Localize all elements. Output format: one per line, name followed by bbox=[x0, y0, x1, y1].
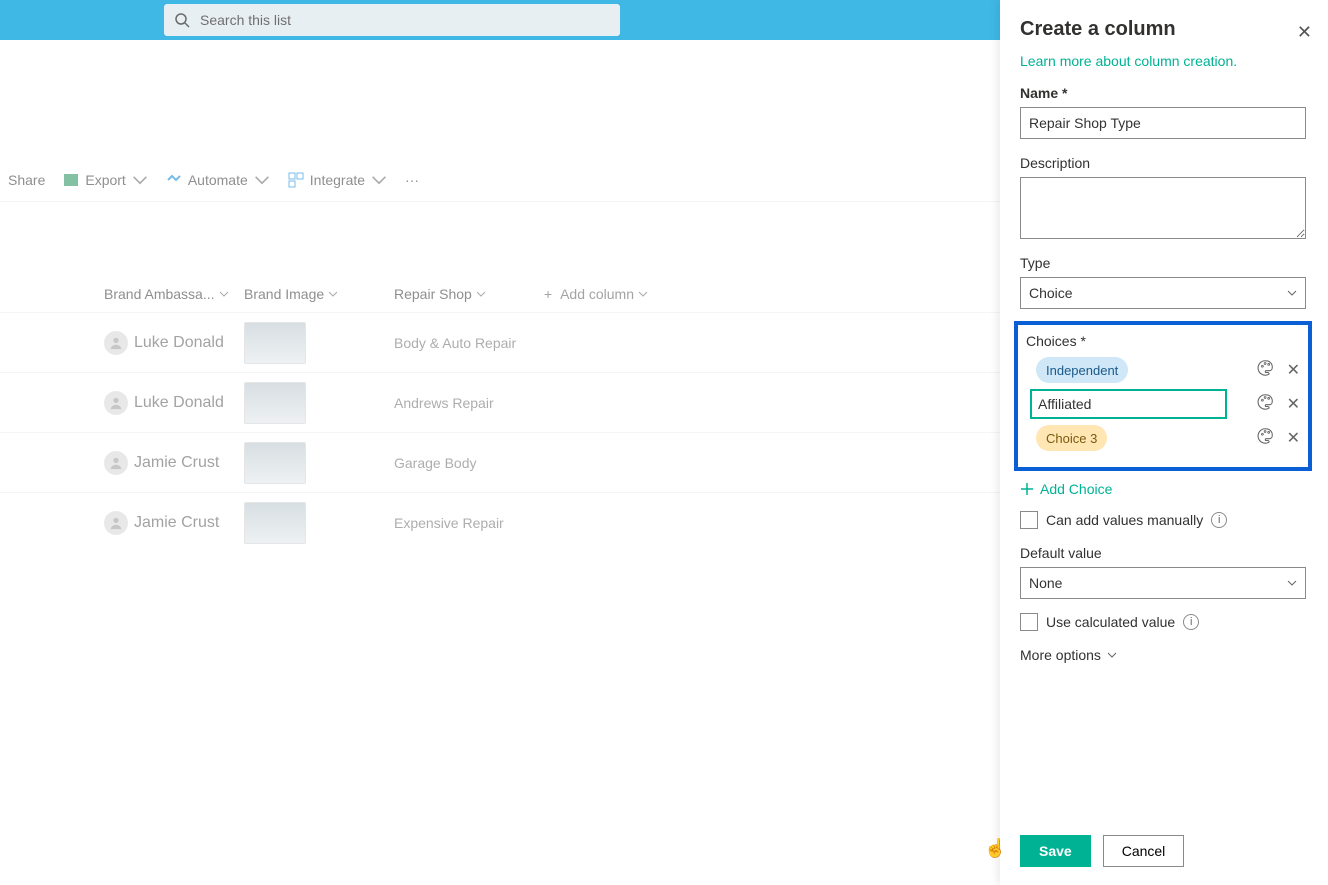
chevron-down-icon bbox=[219, 289, 229, 299]
share-button[interactable]: Share bbox=[8, 172, 45, 188]
chevron-down-icon bbox=[371, 172, 387, 188]
col-repair-shop[interactable]: Repair Shop bbox=[394, 286, 544, 302]
add-column-button[interactable]: + Add column bbox=[544, 286, 648, 302]
integrate-button[interactable]: Integrate bbox=[288, 172, 387, 188]
ambassador-cell: Jamie Crust bbox=[104, 511, 244, 535]
add-choice-button[interactable]: Add Choice bbox=[1020, 481, 1316, 497]
chevron-down-icon bbox=[1287, 578, 1297, 588]
ambassador-cell: Jamie Crust bbox=[104, 451, 244, 475]
repair-shop-cell: Body & Auto Repair bbox=[394, 335, 594, 351]
image-cell bbox=[244, 382, 394, 424]
car-thumbnail bbox=[244, 382, 306, 424]
grid-icon bbox=[288, 172, 304, 188]
chevron-down-icon bbox=[1107, 650, 1117, 660]
plus-icon bbox=[1020, 482, 1034, 496]
default-value-label: Default value bbox=[1020, 545, 1316, 561]
car-thumbnail bbox=[244, 502, 306, 544]
search-placeholder: Search this list bbox=[200, 12, 291, 28]
col-brand-image[interactable]: Brand Image bbox=[244, 286, 394, 302]
more-options-toggle[interactable]: More options bbox=[1020, 647, 1316, 663]
choices-label: Choices * bbox=[1026, 333, 1302, 349]
more-actions-button[interactable]: ··· bbox=[405, 172, 419, 188]
avatar-icon bbox=[104, 391, 128, 415]
ambassador-cell: Luke Donald bbox=[104, 391, 244, 415]
use-calculated-checkbox[interactable] bbox=[1020, 613, 1038, 631]
search-input[interactable]: Search this list bbox=[164, 4, 620, 36]
choice-row-3: Choice 3 ✕ bbox=[1026, 425, 1302, 451]
chevron-down-icon bbox=[1287, 288, 1297, 298]
remove-choice-button[interactable]: ✕ bbox=[1285, 394, 1302, 414]
automate-button[interactable]: Automate bbox=[166, 172, 270, 188]
panel-footer: Save Cancel bbox=[1020, 821, 1316, 885]
repair-shop-cell: Andrews Repair bbox=[394, 395, 594, 411]
choice-row-2: ✕ bbox=[1026, 389, 1302, 419]
chevron-down-icon bbox=[328, 289, 338, 299]
description-label: Description bbox=[1020, 155, 1316, 171]
cursor-icon: ☝ bbox=[984, 838, 1006, 859]
export-button[interactable]: Export bbox=[63, 172, 147, 188]
can-add-manually-row: Can add values manually i bbox=[1020, 511, 1316, 529]
cancel-button[interactable]: Cancel bbox=[1103, 835, 1185, 867]
default-value-select[interactable]: None bbox=[1020, 567, 1306, 599]
chevron-down-icon bbox=[638, 289, 648, 299]
repair-shop-cell: Garage Body bbox=[394, 455, 594, 471]
use-calculated-row: Use calculated value i bbox=[1020, 613, 1316, 631]
use-calculated-label: Use calculated value bbox=[1046, 614, 1175, 630]
avatar-icon bbox=[104, 451, 128, 475]
remove-choice-button[interactable]: ✕ bbox=[1285, 428, 1302, 448]
image-cell bbox=[244, 442, 394, 484]
choice-pill-independent[interactable]: Independent bbox=[1036, 357, 1128, 383]
image-cell bbox=[244, 322, 394, 364]
palette-icon[interactable] bbox=[1257, 393, 1275, 416]
name-label: Name bbox=[1020, 85, 1316, 101]
description-input[interactable] bbox=[1020, 177, 1306, 239]
flow-icon bbox=[166, 172, 182, 188]
avatar-icon bbox=[104, 511, 128, 535]
can-add-manually-label: Can add values manually bbox=[1046, 512, 1203, 528]
chevron-down-icon bbox=[132, 172, 148, 188]
name-input[interactable] bbox=[1020, 107, 1306, 139]
can-add-manually-checkbox[interactable] bbox=[1020, 511, 1038, 529]
chevron-down-icon bbox=[476, 289, 486, 299]
type-label: Type bbox=[1020, 255, 1316, 271]
chevron-down-icon bbox=[254, 172, 270, 188]
excel-icon bbox=[63, 172, 79, 188]
type-select[interactable]: Choice bbox=[1020, 277, 1306, 309]
choice-pill-choice3[interactable]: Choice 3 bbox=[1036, 425, 1107, 451]
close-button[interactable]: ✕ bbox=[1293, 18, 1316, 47]
choices-section-highlighted: Choices * Independent ✕ ✕ Choice 3 ✕ bbox=[1014, 321, 1312, 471]
image-cell bbox=[244, 502, 394, 544]
col-brand-ambassador[interactable]: Brand Ambassa... bbox=[104, 286, 244, 302]
choice-input-affiliated[interactable] bbox=[1030, 389, 1227, 419]
create-column-panel: Create a column ✕ Learn more about colum… bbox=[1000, 0, 1328, 885]
avatar-icon bbox=[104, 331, 128, 355]
repair-shop-cell: Expensive Repair bbox=[394, 515, 594, 531]
save-button[interactable]: Save bbox=[1020, 835, 1091, 867]
info-icon[interactable]: i bbox=[1183, 614, 1199, 630]
car-thumbnail bbox=[244, 442, 306, 484]
ambassador-cell: Luke Donald bbox=[104, 331, 244, 355]
search-icon bbox=[174, 12, 190, 28]
learn-more-link[interactable]: Learn more about column creation. bbox=[1020, 53, 1316, 69]
remove-choice-button[interactable]: ✕ bbox=[1285, 360, 1302, 380]
info-icon[interactable]: i bbox=[1211, 512, 1227, 528]
car-thumbnail bbox=[244, 322, 306, 364]
palette-icon[interactable] bbox=[1257, 359, 1275, 382]
choice-row-1: Independent ✕ bbox=[1026, 357, 1302, 383]
palette-icon[interactable] bbox=[1257, 427, 1275, 450]
panel-title: Create a column bbox=[1020, 18, 1176, 41]
